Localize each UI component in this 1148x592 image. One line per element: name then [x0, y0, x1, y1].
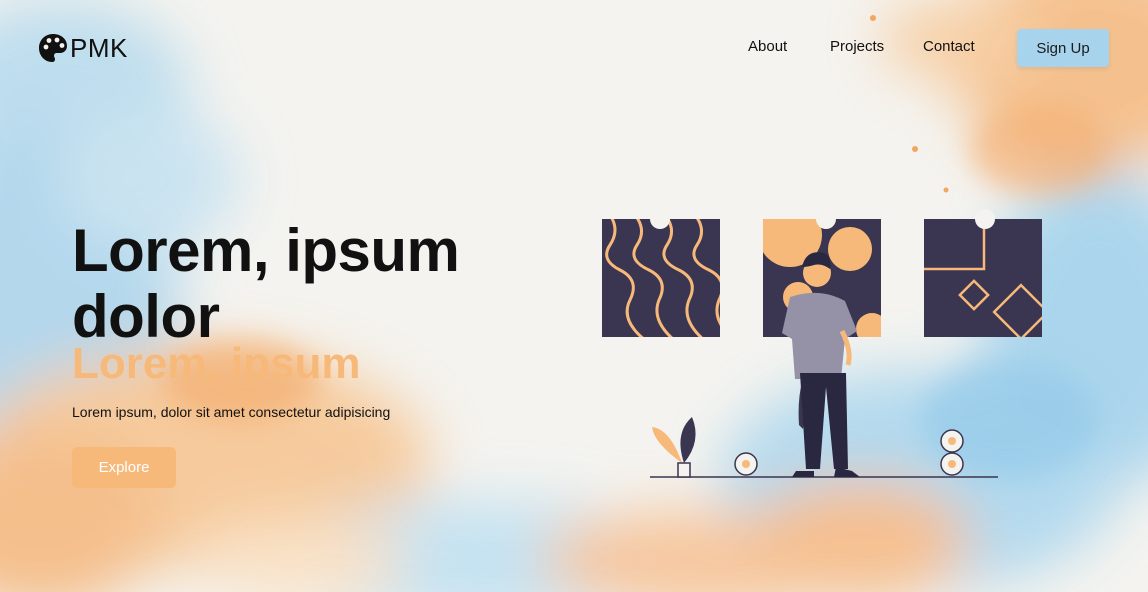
decor-circles	[734, 429, 964, 476]
hero-description: Lorem ipsum, dolor sit amet consectetur …	[72, 404, 391, 420]
palette-icon	[39, 34, 67, 62]
nav-link-contact[interactable]: Contact	[923, 38, 993, 55]
nav-link-projects[interactable]: Projects	[830, 38, 900, 55]
painting-waves	[602, 209, 720, 337]
top-navigation: PMK About Projects Contact Sign Up	[0, 0, 1148, 96]
plant-decoration	[652, 417, 696, 478]
hero-subtitle: Lorem, ipsum	[72, 339, 361, 388]
explore-button[interactable]: Explore	[72, 447, 176, 488]
sign-up-button[interactable]: Sign Up	[1017, 29, 1109, 67]
brand-name: PMK	[70, 32, 128, 63]
painting-squares	[924, 209, 1042, 337]
art-gallery-illustration	[602, 209, 1042, 478]
hero-title: Lorem, ipsum dolor	[72, 217, 460, 350]
hero-section: Lorem, ipsum dolor Lorem, ipsum Lorem ip…	[72, 217, 512, 421]
nav-link-about[interactable]: About	[748, 38, 808, 55]
brand-logo[interactable]: PMK	[38, 33, 128, 63]
